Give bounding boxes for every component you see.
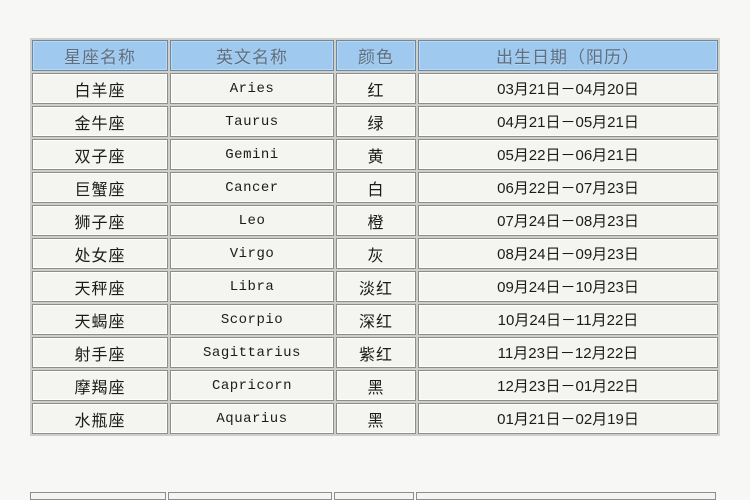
cell-name: 巨蟹座 [32, 172, 168, 203]
cell-date: 07月24日－08月23日 [418, 205, 718, 236]
column-header-color: 颜色 [336, 40, 416, 71]
cropped-cell-date [416, 492, 716, 500]
cell-color: 绿 [336, 106, 416, 137]
cell-name: 天蝎座 [32, 304, 168, 335]
cell-en: Aries [170, 73, 334, 104]
table-row: 水瓶座 Aquarius 黑 01月21日－02月19日 [32, 403, 718, 434]
cell-en: Sagittarius [170, 337, 334, 368]
cell-color: 黄 [336, 139, 416, 170]
table-row: 巨蟹座 Cancer 白 06月22日－07月23日 [32, 172, 718, 203]
cell-color: 橙 [336, 205, 416, 236]
cell-name: 白羊座 [32, 73, 168, 104]
cell-name: 水瓶座 [32, 403, 168, 434]
cell-date: 06月22日－07月23日 [418, 172, 718, 203]
column-header-english: 英文名称 [170, 40, 334, 71]
cell-color: 黑 [336, 370, 416, 401]
cell-color: 淡红 [336, 271, 416, 302]
table-row: 天蝎座 Scorpio 深红 10月24日－11月22日 [32, 304, 718, 335]
cell-date: 10月24日－11月22日 [418, 304, 718, 335]
cell-en: Gemini [170, 139, 334, 170]
header-row: 星座名称 英文名称 颜色 出生日期（阳历） [32, 40, 718, 71]
cell-name: 射手座 [32, 337, 168, 368]
table-body: 白羊座 Aries 红 03月21日－04月20日 金牛座 Taurus 绿 04月21日－0… [32, 73, 718, 434]
cell-color: 灰 [336, 238, 416, 269]
faint-caption-remnant: · · · · · · · · · · · [318, 2, 432, 14]
cell-en: Aquarius [170, 403, 334, 434]
cell-color: 黑 [336, 403, 416, 434]
cropped-cell-name [30, 492, 166, 500]
cropped-next-row [30, 492, 718, 500]
cell-name: 双子座 [32, 139, 168, 170]
column-header-name: 星座名称 [32, 40, 168, 71]
cell-date: 08月24日－09月23日 [418, 238, 718, 269]
table-row: 狮子座 Leo 橙 07月24日－08月23日 [32, 205, 718, 236]
cropped-cell-color [334, 492, 414, 500]
cell-date: 11月23日－12月22日 [418, 337, 718, 368]
table-row: 天秤座 Libra 淡红 09月24日－10月23日 [32, 271, 718, 302]
cell-en: Libra [170, 271, 334, 302]
cell-color: 白 [336, 172, 416, 203]
cell-en: Scorpio [170, 304, 334, 335]
table-row: 射手座 Sagittarius 紫红 11月23日－12月22日 [32, 337, 718, 368]
cell-name: 金牛座 [32, 106, 168, 137]
cell-color: 红 [336, 73, 416, 104]
table-row: 处女座 Virgo 灰 08月24日－09月23日 [32, 238, 718, 269]
table-row: 摩羯座 Capricorn 黑 12月23日－01月22日 [32, 370, 718, 401]
cell-date: 03月21日－04月20日 [418, 73, 718, 104]
column-header-date: 出生日期（阳历） [418, 40, 718, 71]
cell-date: 12月23日－01月22日 [418, 370, 718, 401]
table-header: 星座名称 英文名称 颜色 出生日期（阳历） [32, 40, 718, 71]
table-row: 白羊座 Aries 红 03月21日－04月20日 [32, 73, 718, 104]
cell-date: 01月21日－02月19日 [418, 403, 718, 434]
cell-en: Leo [170, 205, 334, 236]
cell-color: 深红 [336, 304, 416, 335]
cell-name: 摩羯座 [32, 370, 168, 401]
cell-en: Capricorn [170, 370, 334, 401]
table-row: 金牛座 Taurus 绿 04月21日－05月21日 [32, 106, 718, 137]
cell-en: Cancer [170, 172, 334, 203]
zodiac-table: 星座名称 英文名称 颜色 出生日期（阳历） 白羊座 Aries 红 03月21日－04… [30, 38, 720, 436]
cropped-cell-english [168, 492, 332, 500]
cell-en: Virgo [170, 238, 334, 269]
cell-date: 04月21日－05月21日 [418, 106, 718, 137]
cell-color: 紫红 [336, 337, 416, 368]
table-row: 双子座 Gemini 黄 05月22日－06月21日 [32, 139, 718, 170]
cell-date: 05月22日－06月21日 [418, 139, 718, 170]
cell-name: 处女座 [32, 238, 168, 269]
cell-name: 天秤座 [32, 271, 168, 302]
zodiac-table-container: 星座名称 英文名称 颜色 出生日期（阳历） 白羊座 Aries 红 03月21日－04… [30, 38, 720, 436]
cell-name: 狮子座 [32, 205, 168, 236]
cell-date: 09月24日－10月23日 [418, 271, 718, 302]
cell-en: Taurus [170, 106, 334, 137]
